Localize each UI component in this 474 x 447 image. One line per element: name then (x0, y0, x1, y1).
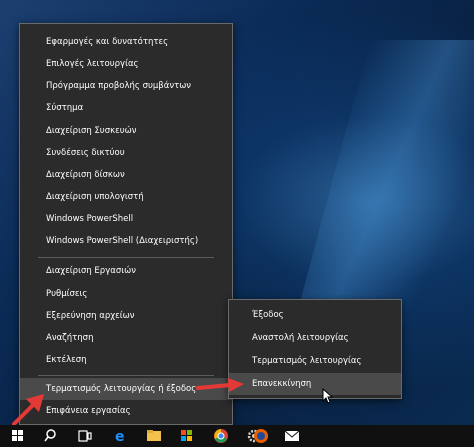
annotation-arrow-restart (196, 378, 244, 392)
svg-text:e: e (115, 429, 125, 445)
menu-item-computer-management[interactable]: Διαχείριση υπολογιστή (20, 186, 232, 208)
shutdown-submenu: Έξοδος Αναστολή λειτουργίας Τερματισμός … (228, 299, 402, 399)
search-icon[interactable] (42, 425, 58, 447)
submenu-item-shutdown[interactable]: Τερματισμός λειτουργίας (229, 350, 401, 372)
store-icon[interactable] (178, 425, 196, 447)
annotation-arrow-shutdown (12, 394, 44, 426)
menu-item-network-connections[interactable]: Συνδέσεις δικτύου (20, 142, 232, 164)
mail-icon[interactable] (283, 425, 301, 447)
menu-item-apps-features[interactable]: Εφαρμογές και δυνατότητες (20, 31, 232, 53)
menu-item-desktop[interactable]: Επιφάνεια εργασίας (20, 400, 232, 422)
power-user-menu: Εφαρμογές και δυνατότητες Επιλογές λειτο… (19, 23, 233, 425)
menu-separator (38, 257, 214, 258)
menu-item-settings[interactable]: Ρυθμίσεις (20, 283, 232, 305)
mouse-cursor-icon (322, 388, 334, 404)
menu-item-system[interactable]: Σύστημα (20, 97, 232, 119)
menu-item-task-manager[interactable]: Διαχείριση Εργασιών (20, 260, 232, 282)
menu-item-search[interactable]: Αναζήτηση (20, 327, 232, 349)
file-explorer-icon[interactable] (145, 425, 163, 447)
submenu-item-sign-out[interactable]: Έξοδος (229, 304, 401, 326)
menu-item-event-viewer[interactable]: Πρόγραμμα προβολής συμβάντων (20, 75, 232, 97)
submenu-item-restart[interactable]: Επανεκκίνηση (229, 373, 401, 395)
chrome-icon[interactable] (212, 425, 230, 447)
windows-start-icon[interactable] (10, 425, 26, 447)
task-view-icon[interactable] (76, 425, 94, 447)
menu-item-powershell-admin[interactable]: Windows PowerShell (Διαχειριστής) (20, 230, 232, 252)
edge-icon[interactable]: e (112, 425, 130, 447)
menu-item-run[interactable]: Εκτέλεση (20, 349, 232, 371)
wallpaper-light-beam (289, 40, 474, 340)
menu-item-file-explorer[interactable]: Εξερεύνηση αρχείων (20, 305, 232, 327)
menu-separator (38, 375, 214, 376)
menu-item-device-manager[interactable]: Διαχείριση Συσκευών (20, 120, 232, 142)
taskbar: e (0, 425, 474, 447)
submenu-item-sleep[interactable]: Αναστολή λειτουργίας (229, 327, 401, 349)
menu-item-power-options[interactable]: Επιλογές λειτουργίας (20, 53, 232, 75)
firefox-icon[interactable] (252, 425, 270, 447)
menu-item-disk-management[interactable]: Διαχείριση δίσκων (20, 164, 232, 186)
menu-item-powershell[interactable]: Windows PowerShell (20, 208, 232, 230)
